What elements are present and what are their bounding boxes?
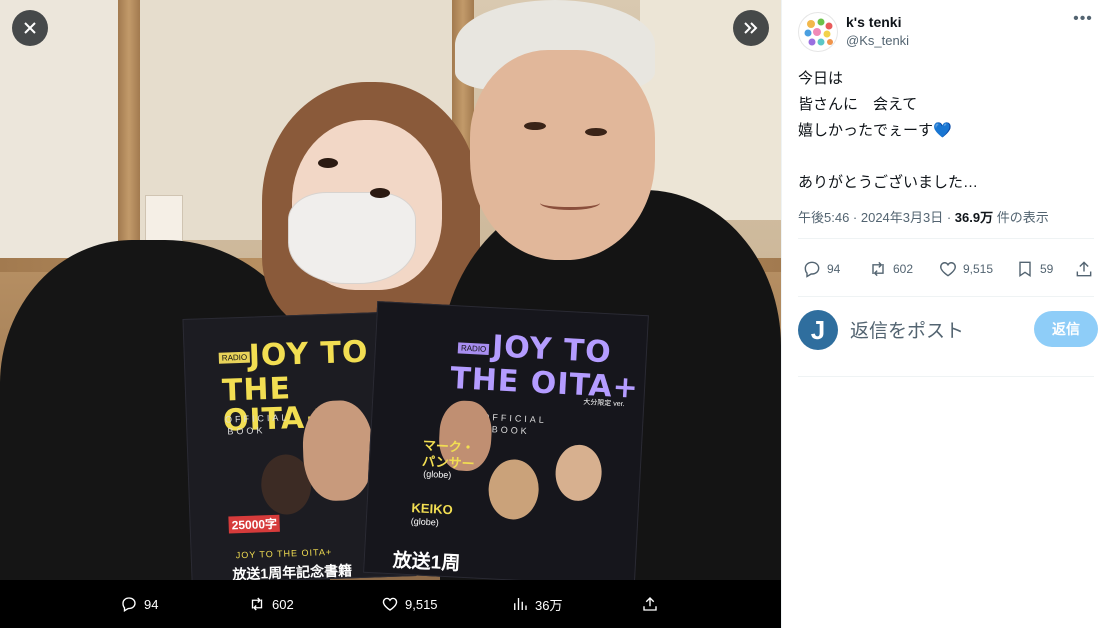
view-count: 36.9万 — [954, 210, 994, 225]
media-action-bar: 94 602 9,515 36万 — [0, 580, 781, 628]
repost-stat[interactable]: 602 — [868, 248, 913, 290]
share-icon — [643, 597, 657, 611]
more-options-icon[interactable]: ••• — [1069, 10, 1097, 30]
reply-action[interactable]: 94 — [120, 580, 158, 628]
eye — [585, 128, 607, 136]
wall-note — [145, 195, 183, 245]
views-action[interactable]: 36万 — [511, 580, 562, 628]
cover-photo-person — [487, 458, 541, 521]
eye — [370, 188, 390, 198]
user-avatar[interactable]: J — [798, 310, 838, 350]
tweet-meta: 午後5:46 · 2024年3月3日 · 36.9万 件の表示 — [798, 207, 1049, 226]
photo: RADIO JOY TO THE OITA+ OFFICIAL BOOK 250… — [0, 0, 781, 580]
divider — [798, 296, 1094, 297]
tweet-text: 今日は 皆さんに 会えて 嬉しかったでぇーす💙 ありがとうございました… — [798, 70, 979, 191]
book-subtitle: BOOK — [491, 424, 530, 437]
reply-count: 94 — [144, 596, 159, 612]
divider — [798, 376, 1094, 377]
eye — [318, 158, 338, 168]
views-count: 36万 — [535, 597, 563, 613]
weather-logo-icon — [804, 18, 833, 46]
tweet-pane: k's tenki @Ks_tenki ••• 今日は 皆さんに 会えて 嬉しか… — [781, 0, 1109, 628]
book-edition: 大分限定 ver. — [583, 398, 625, 409]
book-badge: RADIO — [218, 351, 251, 364]
repost-count: 602 — [272, 596, 294, 612]
tweet-stats: 94 602 9,515 59 — [798, 248, 1098, 290]
repost-count: 602 — [893, 262, 914, 276]
next-button[interactable] — [733, 10, 769, 46]
reply-icon — [804, 261, 820, 278]
tweet-time[interactable]: 午後5:46 · 2024年3月3日 · — [798, 210, 955, 225]
view-label: 件の表示 — [993, 210, 1049, 225]
author-avatar[interactable] — [798, 12, 838, 52]
like-count: 9,515 — [963, 262, 994, 276]
repost-icon — [251, 597, 263, 611]
cover-photo-person — [301, 399, 375, 502]
reply-count: 94 — [827, 262, 841, 276]
share-icon — [1076, 261, 1092, 277]
book-title-line1: JOY TO — [248, 334, 370, 374]
bookmark-stat[interactable]: 59 — [1015, 248, 1053, 290]
reply-composer: J 返信をポスト 返信 — [798, 308, 1098, 352]
author-name[interactable]: k's tenki — [846, 14, 901, 30]
close-button[interactable] — [12, 10, 48, 46]
media-pane: RADIO JOY TO THE OITA+ OFFICIAL BOOK 250… — [0, 0, 781, 628]
bookmark-count: 59 — [1040, 262, 1054, 276]
like-action[interactable]: 9,515 — [381, 580, 438, 628]
image-viewer: RADIO JOY TO THE OITA+ OFFICIAL BOOK 250… — [0, 0, 1109, 628]
like-stat[interactable]: 9,515 — [938, 248, 993, 290]
divider — [798, 238, 1094, 239]
smile — [540, 196, 600, 210]
book-band-text: 25000字 — [228, 514, 281, 534]
repost-icon — [872, 261, 884, 277]
eye — [524, 122, 546, 130]
book-subtitle: OFFICIAL — [482, 411, 548, 426]
chevron-double-right-icon — [744, 22, 758, 34]
book-title-line1: JOY TO — [491, 329, 613, 371]
close-icon — [24, 22, 36, 34]
cover-person-sub: (globe) — [423, 468, 452, 481]
heart-icon — [382, 597, 398, 611]
bookmark-icon — [1019, 261, 1031, 277]
cover-person-name: KEIKO — [411, 500, 454, 518]
person-right-face — [470, 50, 655, 260]
reply-button[interactable]: 返信 — [1034, 311, 1098, 347]
book-band-text: 放送1周年記念書籍 — [232, 562, 353, 580]
wooden-beam — [118, 0, 140, 270]
book-cover-right: RADIO JOY TO THE OITA+ 大分限定 ver. OFFICIA… — [363, 301, 649, 580]
face-mask — [288, 192, 416, 284]
author-handle[interactable]: @Ks_tenki — [846, 33, 909, 48]
like-count: 9,515 — [405, 596, 438, 612]
book-badge: RADIO — [457, 342, 490, 355]
cover-person-sub: (globe) — [410, 516, 440, 528]
views-chart-icon — [514, 598, 527, 610]
cover-photo-person — [554, 443, 604, 503]
reply-input[interactable]: 返信をポスト — [850, 316, 964, 343]
repost-action[interactable]: 602 — [248, 580, 294, 628]
heart-icon — [940, 262, 956, 277]
book-band-text: 放送1周 — [392, 550, 461, 575]
book-band-text: JOY TO THE OITA+ — [235, 546, 333, 561]
reply-stat[interactable]: 94 — [802, 248, 840, 290]
share-stat[interactable] — [1074, 248, 1094, 290]
share-action[interactable] — [641, 580, 659, 628]
reply-icon — [122, 597, 136, 612]
book-subtitle: BOOK — [227, 425, 266, 437]
